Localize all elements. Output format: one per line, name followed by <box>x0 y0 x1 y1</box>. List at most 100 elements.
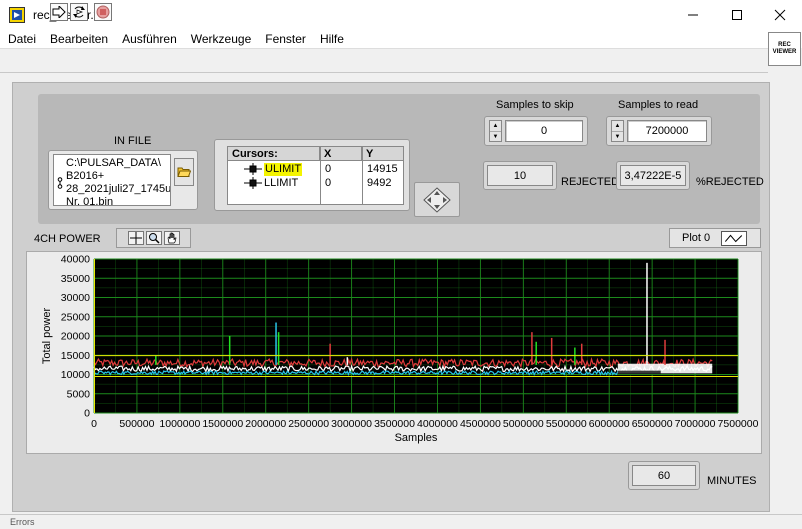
menu-ausfuehren[interactable]: Ausführen <box>114 30 183 48</box>
menu-datei[interactable]: Datei <box>0 30 42 48</box>
plot-legend-swatch-icon <box>721 231 747 246</box>
folder-icon <box>177 167 191 177</box>
cursor-llimit-y: 9492 <box>367 177 392 189</box>
x-tick-label: 4000000 <box>417 418 458 430</box>
menu-hilfe[interactable]: Hilfe <box>312 30 350 48</box>
x-tick-label: 5500000 <box>546 418 587 430</box>
infile-path-control[interactable]: C:\PULSAR_DATA\ B2016+ 28_2021juli27_174… <box>53 154 171 206</box>
cursor-ulimit-name[interactable]: ULIMIT <box>264 163 303 176</box>
infile-path-line-4: Nr. 01.bin <box>66 196 114 206</box>
infile-label: IN FILE <box>114 135 152 147</box>
minutes-label: MINUTES <box>707 475 757 487</box>
run-continuously-icon <box>73 6 85 18</box>
menu-bar: Datei Bearbeiten Ausführen Werkzeuge Fen… <box>0 30 802 48</box>
rejected-label: REJECTED <box>561 176 620 188</box>
menu-werkzeuge[interactable]: Werkzeuge <box>183 30 257 48</box>
maximize-icon <box>732 10 742 20</box>
pan-hand-icon <box>167 232 176 244</box>
cursor-move-button[interactable] <box>414 182 460 217</box>
x-tick-label: 5000000 <box>503 418 544 430</box>
infile-path-line-1: C:\PULSAR_DATA\ <box>66 157 161 169</box>
x-tick-label: 6000000 <box>589 418 630 430</box>
y-tick-label: 5000 <box>67 388 91 400</box>
run-continuously-button[interactable] <box>70 3 88 21</box>
y-tick-label: 25000 <box>61 311 90 323</box>
samples-to-read-label: Samples to read <box>618 99 699 111</box>
cursor-header-x: X <box>320 147 362 161</box>
power-graph[interactable]: 0 5000 10000 15000 20000 25000 30000 35000 40000… <box>26 251 762 461</box>
cursor-move-diamond-icon <box>423 186 451 213</box>
cursor-marker-icon <box>244 163 262 175</box>
decrement-arrow-icon[interactable]: ▼ <box>612 132 623 142</box>
menu-bearbeiten[interactable]: Bearbeiten <box>42 30 114 48</box>
pct-rejected-label: %REJECTED <box>696 176 764 188</box>
rejected-indicator: 10 <box>487 165 553 186</box>
increment-arrow-icon[interactable]: ▲ <box>490 121 501 132</box>
x-tick-label: 1500000 <box>202 418 243 430</box>
cursor-header-y: Y <box>362 147 403 161</box>
zoom-button[interactable] <box>145 231 162 245</box>
cursor-legend[interactable]: Cursors: X Y ULIMIT 0 14915 LLIMIT 0 949… <box>227 146 404 205</box>
plot-legend-name: Plot 0 <box>682 232 711 244</box>
cursor-crosshair-icon <box>129 232 142 244</box>
zoom-icon <box>148 233 160 244</box>
pct-rejected-indicator: 3,47222E-5 <box>620 165 686 186</box>
x-tick-label: 500000 <box>119 418 154 430</box>
menu-fenster[interactable]: Fenster <box>257 30 312 48</box>
x-tick-label: 7000000 <box>675 418 716 430</box>
samples-to-read-input[interactable]: 7200000 <box>627 120 707 142</box>
samples-to-read-spinner[interactable]: ▲ ▼ <box>611 120 624 142</box>
x-tick-label: 4500000 <box>460 418 501 430</box>
series-dense-block-dark <box>617 370 661 375</box>
abort-icon <box>96 5 110 19</box>
samples-to-skip-input[interactable]: 0 <box>505 120 583 142</box>
vi-connector-icon[interactable]: REC VIEWER <box>768 32 801 66</box>
minimize-button[interactable] <box>670 0 716 30</box>
cursor-ulimit-y: 14915 <box>367 163 398 175</box>
minimize-icon <box>688 14 698 16</box>
cursor-col-divider <box>320 147 321 204</box>
x-axis-label: Samples <box>395 432 438 444</box>
x-tick-label: 0 <box>91 418 97 430</box>
increment-arrow-icon[interactable]: ▲ <box>612 121 623 132</box>
infile-path-line-3: 28_2021juli27_1745u <box>66 183 171 195</box>
window-right-margin <box>770 74 802 520</box>
cursor-header-name: Cursors: <box>228 147 320 161</box>
y-tick-label: 20000 <box>61 331 90 343</box>
cursor-llimit-x: 0 <box>325 177 332 189</box>
cursor-llimit-name[interactable]: LLIMIT <box>264 177 298 190</box>
x-tick-label: 2500000 <box>288 418 329 430</box>
cursor-marker-icon <box>244 177 262 189</box>
x-tick-label: 6500000 <box>632 418 673 430</box>
y-tick-label: 40000 <box>61 254 90 266</box>
cursor-col-divider <box>362 147 363 204</box>
run-button[interactable] <box>50 3 68 21</box>
close-icon <box>774 9 786 21</box>
x-tick-label: 7500000 <box>718 418 759 430</box>
pan-button[interactable] <box>163 231 180 245</box>
cursor-crosshair-button[interactable] <box>127 231 144 245</box>
decrement-arrow-icon[interactable]: ▼ <box>490 132 501 142</box>
x-tick-label: 2000000 <box>245 418 286 430</box>
samples-to-skip-spinner[interactable]: ▲ ▼ <box>489 120 502 142</box>
browse-button[interactable] <box>174 158 194 186</box>
y-tick-label: 15000 <box>61 350 90 362</box>
infile-path-line-2: B2016+ <box>66 170 105 182</box>
status-strip <box>0 514 802 529</box>
x-tick-label: 1000000 <box>159 418 200 430</box>
y-tick-label: 0 <box>84 408 90 420</box>
vi-icon-text-line-1: REC <box>778 42 791 48</box>
path-link-icon <box>57 177 63 189</box>
y-axis-label: Total power <box>41 308 53 365</box>
status-text: Errors <box>10 517 35 527</box>
close-button[interactable] <box>757 0 802 30</box>
cursor-ulimit-x: 0 <box>325 163 332 175</box>
graph-label: 4CH POWER <box>34 233 101 245</box>
maximize-button[interactable] <box>714 0 760 30</box>
y-tick-label: 35000 <box>61 273 90 285</box>
y-tick-label: 10000 <box>61 369 90 381</box>
abort-button[interactable] <box>94 3 112 21</box>
samples-to-skip-label: Samples to skip <box>496 99 574 111</box>
labview-vi-icon <box>9 7 25 23</box>
x-tick-label: 3500000 <box>374 418 415 430</box>
